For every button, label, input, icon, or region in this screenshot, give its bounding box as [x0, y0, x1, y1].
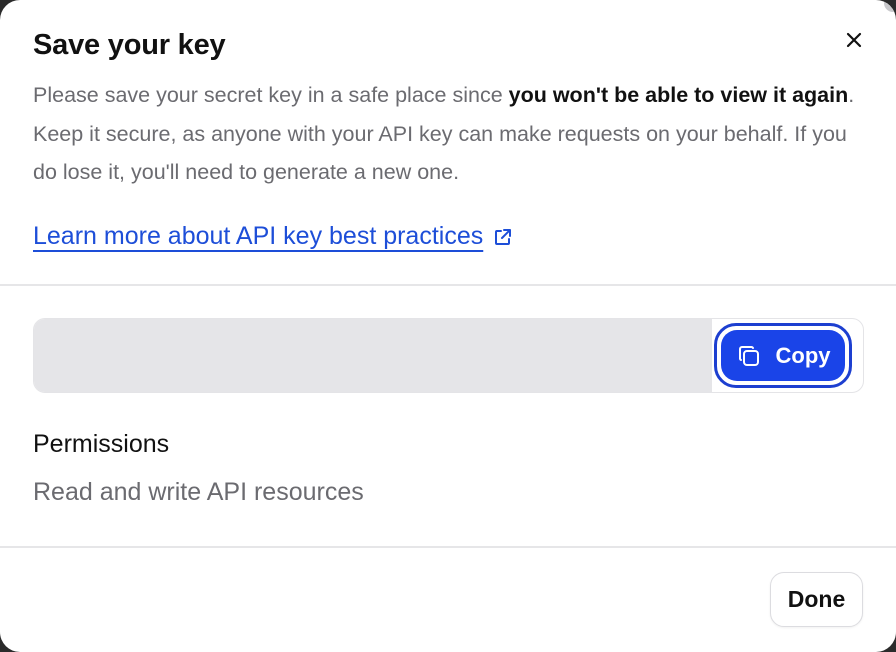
close-button[interactable] [842, 28, 866, 52]
copy-icon [738, 345, 759, 366]
permissions-heading: Permissions [33, 430, 170, 458]
save-key-dialog: Save your key Please save your secret ke… [0, 0, 896, 652]
copy-button-inner: Copy [721, 330, 845, 381]
secret-key-field[interactable] [34, 319, 712, 392]
description-intro: Please save your secret key in a safe pl… [33, 83, 509, 107]
copy-label: Copy [775, 342, 831, 368]
dialog-description: Please save your secret key in a safe pl… [33, 76, 863, 192]
close-icon [846, 32, 862, 48]
copy-button[interactable]: Copy [714, 323, 852, 388]
learn-more-label: Learn more about API key best practices [33, 222, 484, 250]
permissions-value: Read and write API resources [33, 478, 364, 506]
learn-more-link[interactable]: Learn more about API key best practices [33, 222, 513, 251]
external-link-icon [495, 228, 512, 245]
dialog-header: Save your key [33, 26, 863, 64]
secret-key-row: Copy [33, 318, 864, 393]
description-bold: you won't be able to view it again [508, 83, 849, 107]
divider-top [0, 284, 896, 286]
done-button[interactable]: Done [770, 572, 863, 627]
dialog-title: Save your key [33, 29, 226, 61]
backdrop-corner [884, 0, 896, 12]
divider-bottom [0, 546, 896, 548]
